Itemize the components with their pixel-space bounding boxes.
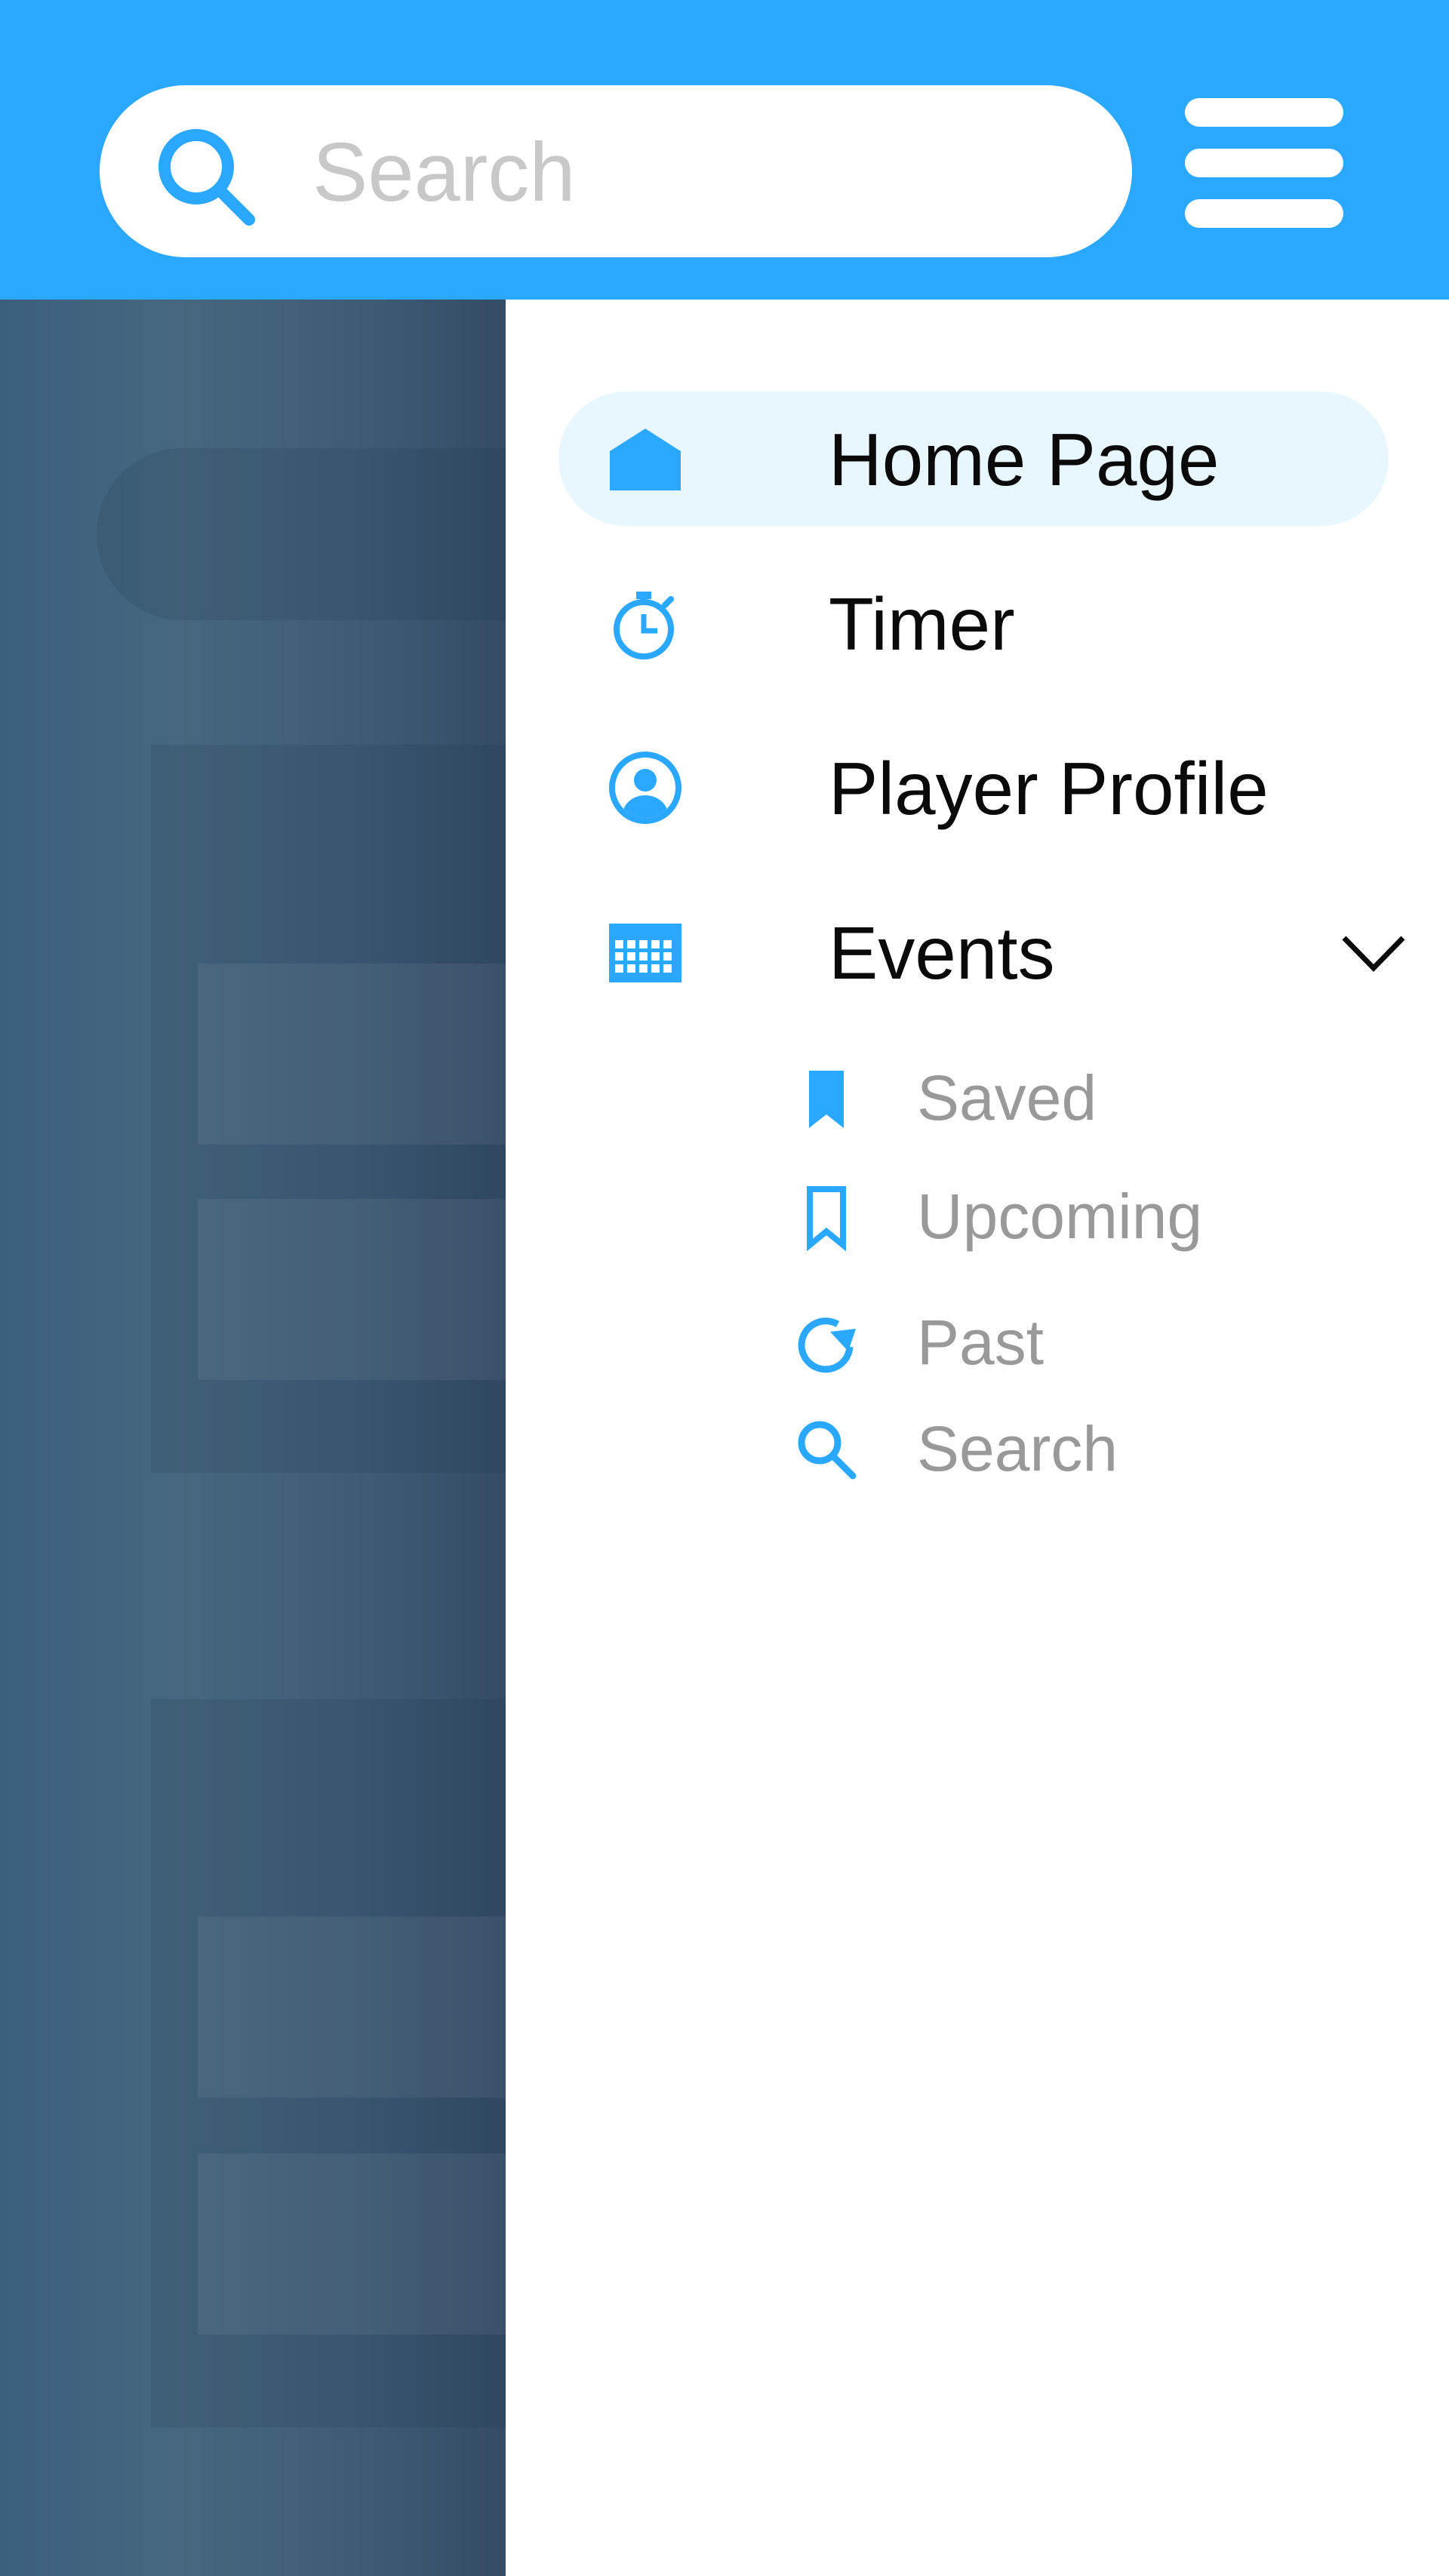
calendar-icon xyxy=(609,924,681,982)
dimmed-background xyxy=(0,300,519,2576)
background-tile xyxy=(198,1917,506,2098)
search-bar[interactable] xyxy=(100,85,1132,257)
bookmark-outline-icon xyxy=(807,1186,846,1251)
home-icon xyxy=(610,429,681,490)
sub-item-label: Saved xyxy=(917,1062,1097,1133)
sub-item-upcoming[interactable]: Upcoming xyxy=(792,1164,1321,1254)
background-tile xyxy=(198,1199,506,1380)
sub-item-label: Search xyxy=(917,1413,1118,1484)
nav-item-label: Events xyxy=(829,911,1055,994)
navigation-drawer: Home Page Timer Player Profile Events Sa… xyxy=(506,300,1449,2576)
sub-item-label: Upcoming xyxy=(917,1181,1203,1252)
hamburger-line-icon xyxy=(1185,149,1343,177)
nav-item-label: Home Page xyxy=(829,418,1220,501)
user-circle-icon xyxy=(609,752,681,824)
nav-item-timer[interactable]: Timer xyxy=(558,556,1389,690)
nav-item-player-profile[interactable]: Player Profile xyxy=(558,721,1389,855)
hamburger-line-icon xyxy=(1185,98,1343,127)
bookmark-filled-icon xyxy=(809,1071,844,1128)
background-pill xyxy=(97,448,519,620)
hamburger-line-icon xyxy=(1185,199,1343,228)
top-bar xyxy=(0,0,1449,300)
nav-item-label: Timer xyxy=(829,583,1015,666)
nav-item-events[interactable]: Events xyxy=(558,885,1405,1019)
sub-item-search[interactable]: Search xyxy=(792,1396,1321,1486)
sub-item-saved[interactable]: Saved xyxy=(792,1045,1321,1136)
nav-item-home-page[interactable]: Home Page xyxy=(558,392,1389,526)
refresh-icon xyxy=(798,1317,856,1373)
sub-item-label: Past xyxy=(917,1307,1044,1378)
search-icon xyxy=(798,1421,857,1480)
sub-item-past[interactable]: Past xyxy=(792,1290,1321,1380)
chevron-down-icon[interactable] xyxy=(1340,930,1407,976)
menu-button[interactable] xyxy=(1185,98,1343,228)
stopwatch-icon xyxy=(614,592,674,659)
search-input[interactable] xyxy=(311,111,1099,233)
nav-item-label: Player Profile xyxy=(829,747,1269,830)
search-icon xyxy=(158,129,255,226)
background-tile xyxy=(198,964,506,1145)
background-tile xyxy=(198,2153,506,2335)
